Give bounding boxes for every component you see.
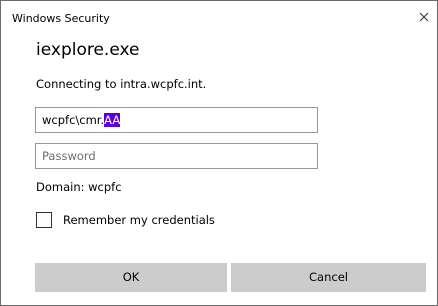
- username-selected-text: AA: [104, 113, 121, 127]
- windows-security-dialog: Windows Security iexplore.exe Connecting…: [0, 0, 438, 306]
- username-value: wcpfc\cmr.AA: [42, 113, 121, 128]
- password-field[interactable]: Password: [35, 143, 318, 169]
- remember-credentials-checkbox[interactable]: [36, 212, 52, 228]
- domain-label: Domain: wcpfc: [36, 180, 122, 194]
- window-title: Windows Security: [12, 12, 110, 25]
- username-value-prefix: wcpfc\cmr.: [42, 113, 105, 127]
- redaction-block: [166, 149, 186, 164]
- cancel-button[interactable]: Cancel: [231, 263, 426, 292]
- close-icon[interactable]: [417, 10, 431, 24]
- connecting-message: Connecting to intra.wcpfc.int.: [36, 77, 207, 91]
- remember-credentials-label[interactable]: Remember my credentials: [63, 213, 215, 228]
- app-title: iexplore.exe: [36, 40, 140, 60]
- password-placeholder: Password: [42, 149, 96, 163]
- username-field[interactable]: wcpfc\cmr.AA: [35, 107, 318, 133]
- ok-button[interactable]: OK: [35, 263, 227, 292]
